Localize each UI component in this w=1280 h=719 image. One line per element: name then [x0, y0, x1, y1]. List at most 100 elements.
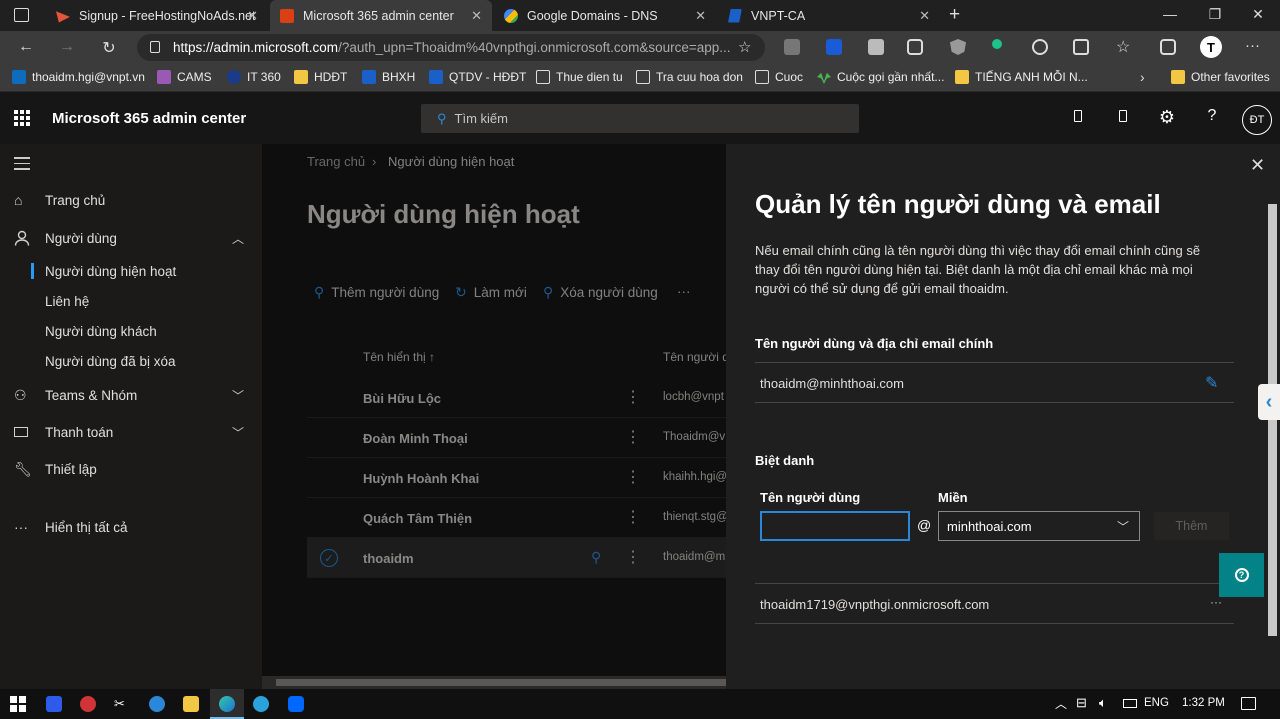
- modal-overlay[interactable]: [262, 144, 726, 689]
- search-input[interactable]: ⚲ Tìm kiếm: [421, 104, 859, 133]
- nav-guest-users[interactable]: Người dùng khách: [0, 314, 262, 348]
- clock[interactable]: 1:32 PM: [1182, 697, 1225, 709]
- volume-muted-icon[interactable]: 🔈︎: [1099, 695, 1107, 711]
- nav-users[interactable]: Người dùng ︿: [0, 221, 262, 255]
- zalo-icon[interactable]: [288, 696, 304, 712]
- close-tab-icon[interactable]: ✕: [471, 8, 482, 24]
- telegram-icon[interactable]: [253, 696, 269, 712]
- other-favorites[interactable]: Other favorites: [1171, 70, 1270, 84]
- tab-title: VNPT-CA: [751, 8, 806, 23]
- restore-icon[interactable]: ❐: [1205, 6, 1225, 23]
- settings-more-icon[interactable]: ···: [1245, 37, 1260, 54]
- windows-start-icon[interactable]: [10, 696, 26, 712]
- favorite-item[interactable]: thoaidm.hgi@vnpt.vn: [12, 70, 145, 84]
- shield-extension-icon[interactable]: [826, 39, 842, 55]
- minimize-icon[interactable]: —: [1160, 6, 1180, 22]
- new-tab-icon[interactable]: +: [949, 4, 960, 26]
- edit-pencil-icon[interactable]: ✎: [1205, 373, 1218, 393]
- favorite-item[interactable]: TIẾNG ANH MỖI N...: [955, 70, 1088, 84]
- freehosting-icon: [56, 11, 70, 23]
- close-panel-icon[interactable]: ✕: [1250, 155, 1265, 176]
- nav-contacts[interactable]: Liên hệ: [0, 284, 262, 318]
- browser-tab-strip: Signup - FreeHostingNoAds.net ✕ Microsof…: [0, 0, 1280, 31]
- favorite-item[interactable]: IT 360: [227, 70, 281, 84]
- favorites-icon[interactable]: ☆: [1116, 37, 1130, 57]
- close-window-icon[interactable]: ✕: [1248, 6, 1268, 23]
- nav-teams-groups[interactable]: ⚇ Teams & Nhóm ﹀: [0, 378, 262, 412]
- url-host: https://admin.microsoft.com: [173, 40, 339, 55]
- help-chat-button[interactable]: ?: [1219, 553, 1264, 597]
- tray-chevron-icon[interactable]: ︿: [1055, 695, 1067, 712]
- favorite-item[interactable]: HDĐT: [294, 70, 347, 84]
- notification-icon[interactable]: [1113, 109, 1133, 127]
- panel-scrollbar[interactable]: [1265, 188, 1280, 689]
- side-collapse-tab[interactable]: ‹: [1258, 384, 1280, 420]
- forward-icon[interactable]: →: [56, 38, 78, 56]
- network-icon[interactable]: ⊟: [1076, 695, 1087, 711]
- address-bar[interactable]: https://admin.microsoft.com/?auth_upn=Th…: [137, 34, 765, 61]
- nav-setup[interactable]: 🔧︎ Thiết lập: [0, 452, 262, 486]
- gear-icon[interactable]: ⚙: [1157, 107, 1177, 128]
- close-tab-icon[interactable]: ✕: [695, 8, 706, 24]
- help-icon[interactable]: ?: [1202, 107, 1222, 125]
- profile-avatar[interactable]: T: [1200, 36, 1222, 58]
- hamburger-icon[interactable]: [14, 157, 30, 170]
- username-label: Tên người dùng: [760, 490, 861, 505]
- tab-m365-admin[interactable]: Microsoft 365 admin center ✕: [270, 0, 492, 31]
- favorite-item[interactable]: BHXH: [362, 70, 415, 84]
- alias-username-input[interactable]: [760, 511, 910, 541]
- url-rest: /?auth_upn=Thoaidm%40vnpthgi.onmicrosoft…: [338, 40, 731, 55]
- nav-billing[interactable]: Thanh toán ﹀: [0, 415, 262, 449]
- add-alias-button[interactable]: Thêm: [1154, 512, 1229, 540]
- favorite-item[interactable]: CAMS: [157, 70, 212, 84]
- red-app-icon[interactable]: [80, 696, 96, 712]
- favorite-item[interactable]: Cuoc: [755, 70, 803, 84]
- notifications-icon[interactable]: [1241, 697, 1256, 710]
- favorite-item[interactable]: QTDV - HĐĐT: [429, 70, 526, 84]
- favorites-bar: thoaidm.hgi@vnpt.vn CAMS IT 360 HDĐT BHX…: [0, 64, 1280, 92]
- language-indicator[interactable]: ENG: [1144, 697, 1169, 709]
- tab-actions-icon[interactable]: [14, 8, 29, 22]
- favorite-item[interactable]: Thue dien tu: [536, 70, 623, 84]
- edge-icon[interactable]: [219, 696, 235, 712]
- chevron-right-icon[interactable]: ›: [1140, 69, 1145, 85]
- refresh-icon[interactable]: ↻: [98, 38, 120, 58]
- blue-app-icon[interactable]: [149, 696, 165, 712]
- alias-more-button[interactable]: ···: [1210, 595, 1222, 609]
- tab-title: Google Domains - DNS: [527, 8, 658, 23]
- nav-active-users[interactable]: Người dùng hiện hoạt: [0, 254, 262, 288]
- wrench-icon: 🔧︎: [14, 460, 32, 477]
- pen-extension-icon[interactable]: [868, 39, 884, 55]
- back-icon[interactable]: ←: [15, 38, 37, 56]
- favorite-item[interactable]: Cuộc gọi gần nhất...: [817, 70, 944, 84]
- mail-extension-icon[interactable]: [784, 39, 800, 55]
- file-explorer-icon[interactable]: [183, 696, 199, 712]
- tab-vnpt-ca[interactable]: VNPT-CA ✕: [718, 0, 940, 31]
- mobile-icon[interactable]: [1068, 109, 1088, 127]
- collections-icon[interactable]: [1160, 39, 1176, 55]
- tab-google-domains[interactable]: Google Domains - DNS ✕: [494, 0, 716, 31]
- app-title[interactable]: Microsoft 365 admin center: [52, 110, 246, 127]
- domain-dropdown[interactable]: minhthoai.com ﹀: [938, 511, 1140, 541]
- nav-show-all[interactable]: ··· Hiển thị tất cả: [0, 510, 262, 544]
- close-tab-icon[interactable]: ✕: [919, 8, 930, 24]
- privacy-extension-icon[interactable]: [950, 39, 966, 55]
- avatar[interactable]: ĐT: [1242, 105, 1272, 135]
- nav-deleted-users[interactable]: Người dùng đã bị xóa: [0, 344, 262, 378]
- tab-signup[interactable]: Signup - FreeHostingNoAds.net ✕: [46, 0, 268, 31]
- tools-app-icon[interactable]: ✂: [114, 696, 130, 712]
- favorite-item[interactable]: Tra cuu hoa don: [636, 70, 743, 84]
- key-extension-icon[interactable]: [992, 39, 1002, 49]
- pocket-extension-icon[interactable]: [907, 39, 923, 55]
- add-favorite-icon[interactable]: ☆: [738, 38, 751, 56]
- app-header: Microsoft 365 admin center ⚲ Tìm kiếm ⚙ …: [0, 92, 1280, 144]
- close-tab-icon[interactable]: ✕: [247, 8, 258, 24]
- app-launcher-icon[interactable]: [14, 110, 30, 126]
- w-extension-icon[interactable]: [1032, 39, 1048, 55]
- nav-home[interactable]: ⌂ Trang chủ: [0, 183, 262, 217]
- battery-icon[interactable]: [1123, 699, 1137, 708]
- extensions-icon[interactable]: [1073, 39, 1089, 55]
- horizontal-scrollbar[interactable]: [262, 676, 726, 689]
- shield-app-icon[interactable]: [46, 696, 62, 712]
- it360-icon: [227, 70, 241, 84]
